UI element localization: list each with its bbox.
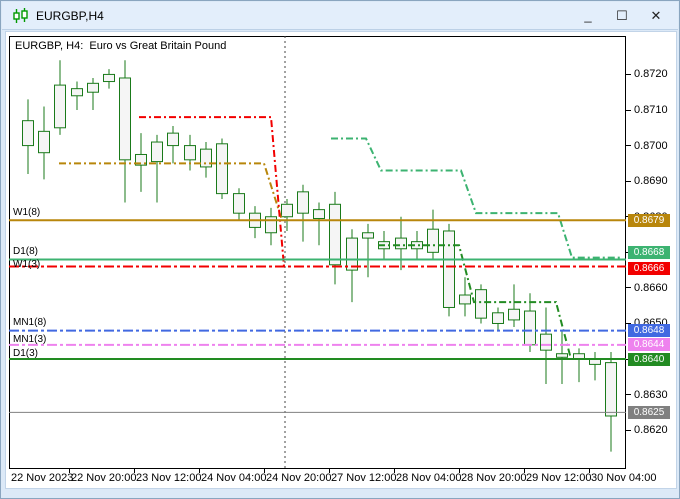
price-badge-d1(8): 0.8668 bbox=[628, 245, 670, 259]
price-badge-mn1(8): 0.8648 bbox=[628, 324, 670, 338]
candle-body bbox=[216, 143, 228, 195]
window-titlebar[interactable]: EURGBP,H4 _ ☐ ✕ bbox=[2, 2, 678, 30]
time-axis-label: 24 Nov 20:00 bbox=[266, 472, 332, 484]
price-axis-label: 0.8690 bbox=[634, 175, 668, 188]
candle-body bbox=[605, 362, 617, 417]
level-label-mn1(3): MN1(3) bbox=[13, 333, 47, 345]
time-axis-label: 22 Nov 20:00 bbox=[71, 472, 137, 484]
price-axis-tick bbox=[626, 394, 631, 396]
candle-body bbox=[475, 289, 487, 319]
candle-body bbox=[87, 82, 99, 93]
time-axis-label: 24 Nov 04:00 bbox=[201, 472, 267, 484]
candle-body bbox=[54, 84, 66, 129]
candle-body bbox=[524, 310, 536, 346]
chart-symbol-header: EURGBP, H4: Euro vs Great Britain Pound bbox=[15, 40, 227, 52]
candle-body bbox=[167, 132, 179, 147]
price-badge-mn1(3): 0.8644 bbox=[628, 338, 670, 352]
d1(8)-history bbox=[331, 137, 622, 259]
candle-body bbox=[395, 237, 407, 250]
level-label-w1(3): W1(3) bbox=[13, 258, 41, 270]
candle-body bbox=[313, 209, 325, 220]
price-axis-label: 0.8620 bbox=[634, 424, 668, 437]
price-axis-tick bbox=[626, 287, 631, 289]
chart-canvas[interactable] bbox=[9, 36, 626, 469]
price-axis-tick bbox=[626, 180, 631, 182]
current-price-badge: 0.8625 bbox=[628, 405, 670, 419]
d1(3)-history bbox=[378, 244, 622, 361]
level-label-mn1(8): MN1(8) bbox=[13, 316, 47, 328]
level-label-d1(3): D1(3) bbox=[13, 348, 39, 360]
price-axis-tick bbox=[626, 145, 631, 147]
candle-body bbox=[233, 193, 245, 214]
candle-body bbox=[427, 228, 439, 253]
chart-window: EURGBP,H4 _ ☐ ✕ EURGBP, H4: Euro vs Grea… bbox=[0, 0, 680, 499]
candle-body bbox=[119, 77, 131, 161]
price-axis-label: 0.8720 bbox=[634, 68, 668, 81]
candle-body bbox=[346, 237, 358, 271]
price-badge-d1(3): 0.8640 bbox=[628, 352, 670, 366]
w1(3)-history bbox=[139, 116, 285, 267]
time-axis-label: 23 Nov 12:00 bbox=[136, 472, 202, 484]
maximize-button[interactable]: ☐ bbox=[614, 2, 630, 30]
candle-body bbox=[297, 191, 309, 214]
candle-body bbox=[38, 130, 50, 154]
time-axis-label: 28 Nov 20:00 bbox=[461, 472, 527, 484]
time-axis-label: 28 Nov 04:00 bbox=[396, 472, 462, 484]
price-badge-w1(3): 0.8666 bbox=[628, 262, 670, 276]
candle-body bbox=[540, 333, 552, 351]
price-axis-label: 0.8710 bbox=[634, 104, 668, 116]
candle-body bbox=[508, 308, 520, 321]
candle-body bbox=[459, 294, 471, 305]
window-title: EURGBP,H4 bbox=[36, 8, 104, 23]
price-axis-tick bbox=[626, 429, 631, 431]
candle-body bbox=[265, 216, 277, 234]
price-badge-w1(8): 0.8679 bbox=[628, 213, 670, 227]
candlestick-chart-icon bbox=[13, 7, 28, 23]
candle-body bbox=[556, 353, 568, 358]
candle-body bbox=[22, 120, 34, 147]
w1(8)-history bbox=[59, 162, 283, 221]
price-axis-tick bbox=[626, 109, 631, 111]
level-label-d1(8): D1(8) bbox=[13, 246, 39, 258]
time-axis-label: 22 Nov 2023 bbox=[11, 472, 74, 484]
level-label-w1(8): W1(8) bbox=[13, 207, 41, 219]
candle-body bbox=[329, 203, 341, 266]
time-axis-label: 29 Nov 12:00 bbox=[526, 472, 592, 484]
candle-body bbox=[492, 312, 504, 324]
time-axis-label: 27 Nov 12:00 bbox=[331, 472, 397, 484]
candle-body bbox=[151, 141, 163, 163]
price-axis-label: 0.8660 bbox=[634, 281, 668, 294]
price-axis-tick bbox=[626, 73, 631, 75]
close-button[interactable]: ✕ bbox=[648, 2, 664, 30]
candle-body bbox=[184, 145, 196, 161]
candle-body bbox=[281, 203, 293, 218]
price-axis-label: 0.8630 bbox=[634, 388, 668, 401]
minimize-button[interactable]: _ bbox=[580, 2, 596, 30]
candle-body bbox=[443, 230, 455, 308]
candle-body bbox=[362, 232, 374, 239]
time-axis-label: 30 Nov 04:00 bbox=[591, 472, 657, 484]
price-axis-label: 0.8700 bbox=[634, 139, 668, 152]
candle-body bbox=[71, 88, 83, 97]
candle-body bbox=[103, 73, 115, 83]
